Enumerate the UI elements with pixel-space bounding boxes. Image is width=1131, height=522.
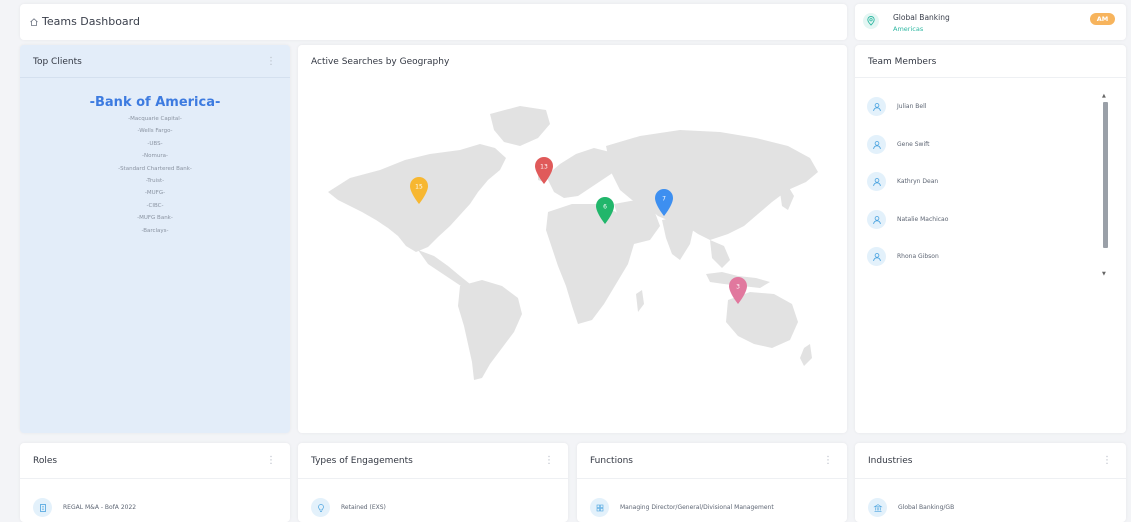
page-title-text: Teams Dashboard <box>42 15 140 28</box>
client-item: -Standard Chartered Bank- <box>118 165 192 172</box>
page-header: Teams Dashboard <box>20 4 847 40</box>
organization-selector[interactable]: Global Banking Americas AM <box>855 4 1126 40</box>
organization-region: Americas <box>893 25 924 33</box>
scroll-down-icon[interactable]: ▼ <box>1102 271 1106 277</box>
member-name: Julian Bell <box>897 103 927 110</box>
functions-panel: Functions ⋮ Managing Director/General/Di… <box>577 443 847 522</box>
member-name: Rhona Gibson <box>897 253 939 260</box>
world-map <box>328 106 818 380</box>
more-options-icon[interactable]: ⋮ <box>266 56 276 67</box>
engagements-panel: Types of Engagements ⋮ Retained (EXS) <box>298 443 568 522</box>
clients-list: -Bank of America- -Macquarie Capital- -W… <box>20 95 290 237</box>
user-icon <box>867 247 886 266</box>
more-options-icon[interactable]: ⋮ <box>823 455 833 466</box>
function-label: Managing Director/General/Divisional Man… <box>620 504 774 511</box>
role-label: REGAL M&A - BofA 2022 <box>63 504 137 511</box>
page-title: Teams Dashboard <box>29 15 140 28</box>
panel-title: Top Clients <box>33 57 82 67</box>
marker-count: 7 <box>662 196 666 203</box>
team-member-item[interactable]: Kathryn Dean <box>867 172 938 191</box>
location-pin-icon <box>863 13 879 29</box>
lightbulb-icon <box>311 498 330 517</box>
industries-panel: Industries ⋮ Global Banking/GB <box>855 443 1126 522</box>
map-marker-australia[interactable]: 3 <box>727 275 749 305</box>
divider <box>855 77 1126 78</box>
client-item: -MUFG- <box>144 190 166 197</box>
industry-item[interactable]: Global Banking/GB <box>868 498 954 517</box>
member-name: Gene Swift <box>897 141 930 148</box>
map-marker-middle-east[interactable]: 6 <box>594 195 616 225</box>
home-icon <box>30 17 38 26</box>
divider <box>577 478 847 479</box>
team-members-scrollbar[interactable]: ▲ ▼ <box>1101 93 1109 279</box>
scroll-thumb[interactable] <box>1103 102 1108 248</box>
more-options-icon[interactable]: ⋮ <box>1102 455 1112 466</box>
member-name: Natalie Machicao <box>897 216 949 223</box>
panel-title: Roles <box>33 456 58 466</box>
divider <box>20 478 290 479</box>
grid-icon <box>590 498 609 517</box>
top-clients-panel: Top Clients ⋮ -Bank of America- -Macquar… <box>20 45 290 433</box>
client-item: -CIBC- <box>146 202 164 209</box>
more-options-icon[interactable]: ⋮ <box>266 455 276 466</box>
client-item: -MUFG Bank- <box>137 215 173 222</box>
top-client: -Bank of America- <box>89 95 221 110</box>
panel-title: Active Searches by Geography <box>311 57 450 67</box>
map-marker-asia[interactable]: 7 <box>653 187 675 217</box>
geography-map-panel: Active Searches by Geography 15 13 6 7 3 <box>298 45 847 433</box>
user-icon <box>867 172 886 191</box>
team-member-item[interactable]: Rhona Gibson <box>867 247 939 266</box>
organization-name: Global Banking <box>893 13 950 22</box>
engagement-item[interactable]: Retained (EXS) <box>311 498 386 517</box>
marker-count: 6 <box>603 204 607 211</box>
role-item[interactable]: REGAL M&A - BofA 2022 <box>33 498 136 517</box>
team-members-panel: Team Members Julian Bell Gene Swift Kath… <box>855 45 1126 433</box>
divider <box>855 478 1126 479</box>
user-icon <box>867 210 886 229</box>
client-item: -Truist- <box>145 178 165 185</box>
team-member-item[interactable]: Natalie Machicao <box>867 210 948 229</box>
client-item: -Nomura- <box>142 153 168 160</box>
member-name: Kathryn Dean <box>897 178 939 185</box>
client-item: -Macquarie Capital- <box>128 116 182 122</box>
divider <box>298 478 568 479</box>
panel-title: Types of Engagements <box>311 456 413 466</box>
building-icon <box>33 498 52 517</box>
engagement-label: Retained (EXS) <box>341 504 386 511</box>
client-item: -Wells Fargo- <box>137 128 173 135</box>
industry-label: Global Banking/GB <box>898 504 955 511</box>
user-icon <box>867 135 886 154</box>
client-item: -UBS- <box>147 140 163 147</box>
map-marker-north-america[interactable]: 15 <box>408 175 430 205</box>
client-item: -Barclays- <box>141 227 169 234</box>
marker-count: 15 <box>415 184 423 191</box>
team-member-item[interactable]: Gene Swift <box>867 135 929 154</box>
bank-icon <box>868 498 887 517</box>
more-options-icon[interactable]: ⋮ <box>544 455 554 466</box>
divider <box>20 77 290 78</box>
roles-panel: Roles ⋮ REGAL M&A - BofA 2022 <box>20 443 290 522</box>
panel-title: Industries <box>868 456 913 466</box>
region-badge[interactable]: AM <box>1090 13 1115 25</box>
panel-title: Functions <box>590 456 633 466</box>
user-icon <box>867 97 886 116</box>
team-member-item[interactable]: Julian Bell <box>867 97 926 116</box>
marker-count: 13 <box>540 164 548 171</box>
scroll-up-icon[interactable]: ▲ <box>1102 93 1106 99</box>
function-item[interactable]: Managing Director/General/Divisional Man… <box>590 498 774 517</box>
marker-count: 3 <box>736 284 740 291</box>
panel-title: Team Members <box>868 57 937 67</box>
map-marker-europe[interactable]: 13 <box>533 155 555 185</box>
